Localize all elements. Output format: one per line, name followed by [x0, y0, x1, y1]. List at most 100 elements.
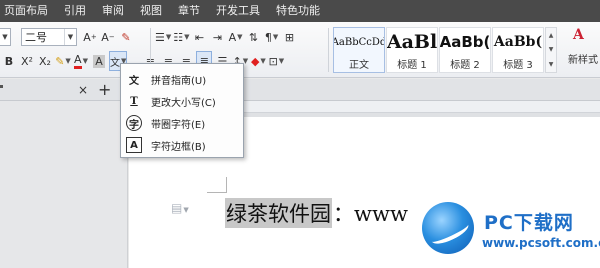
document-text-line[interactable]: 绿茶软件园 ：www	[225, 198, 408, 228]
eraser-icon: ✎	[121, 30, 131, 44]
chevron-down-icon: ▼	[64, 29, 76, 45]
style-sample: AaBb(	[493, 34, 543, 50]
menu-item-change-case[interactable]: T 更改大小写(C)	[121, 90, 243, 112]
paint-bucket-icon: ◆	[250, 54, 260, 68]
globe-logo-icon	[422, 202, 474, 254]
style-sample: AaBbCcDd	[333, 36, 385, 48]
menu-page-layout[interactable]: 页面布局	[0, 0, 56, 22]
menu-item-character-border[interactable]: A 字符边框(B)	[121, 134, 243, 156]
border-icon: ⊡	[268, 54, 278, 68]
bold-icon: B	[4, 54, 14, 68]
bold-button[interactable]: B	[1, 51, 17, 71]
superscript-icon: X²	[21, 54, 33, 68]
bullet-list-icon: ☰	[155, 30, 165, 44]
style-name: 标题 3	[503, 60, 533, 71]
margin-marker	[226, 177, 227, 193]
chinese-layout-icon: A	[228, 30, 237, 44]
paragraph-handle[interactable]: ▤▼	[171, 201, 189, 215]
menu-special-features[interactable]: 特色功能	[268, 0, 328, 22]
style-sample: AaBb(	[439, 33, 491, 51]
outdent-icon: ⇤	[194, 30, 205, 44]
ribbon-toolbar: ▼ 二号 ▼ A + A − ✎ ☰ ▼ ☷ ▼ ⇤ ⇥ A ▼ ⇅ ¶ ▼ ⊞ B X² …	[0, 22, 600, 78]
font-color-icon: A	[74, 53, 82, 69]
menu-references[interactable]: 引用	[56, 0, 94, 22]
site-watermark: PC下载网 www.pcsoft.com.cn	[418, 196, 600, 268]
tab-marker	[0, 85, 3, 88]
font-color-button[interactable]: A ▼	[73, 51, 89, 71]
watermark-title: PC下载网	[484, 212, 574, 234]
show-marks-button[interactable]: ¶ ▼	[264, 27, 280, 47]
expand-gallery-icon[interactable]: ▼	[549, 61, 554, 68]
menu-item-label: 拼音指南(U)	[151, 75, 207, 87]
increase-indent-button[interactable]: ⇥	[210, 27, 226, 47]
menu-item-label: 更改大小写(C)	[151, 97, 216, 109]
style-name: 正文	[349, 60, 369, 71]
enclosed-char-icon: 字	[126, 115, 142, 131]
gallery-scroll[interactable]: ▲ ▼ ▼	[545, 27, 557, 73]
clear-format-button[interactable]: ✎	[118, 27, 134, 47]
style-name: 标题 1	[397, 60, 427, 71]
new-tab-icon[interactable]: +	[98, 80, 111, 99]
margin-marker	[207, 192, 227, 193]
numbering-button[interactable]: ☷ ▼	[173, 27, 189, 47]
menu-item-label: 带圈字符(E)	[151, 119, 206, 131]
new-style-icon: A	[573, 27, 584, 43]
menu-view[interactable]: 视图	[132, 0, 170, 22]
change-case-icon: T	[130, 95, 138, 107]
style-heading-3[interactable]: AaBb( 标题 3	[492, 27, 544, 73]
subscript-icon: X₂	[39, 54, 51, 68]
highlight-button[interactable]: ✎ ▼	[55, 51, 71, 71]
new-style-button[interactable]: A 新样式	[566, 27, 600, 73]
font-size-combo[interactable]: 二号 ▼	[21, 28, 77, 46]
sort-button[interactable]: ⇅	[246, 27, 262, 47]
menu-developer-tools[interactable]: 开发工具	[208, 0, 268, 22]
document-tab-strip: × +	[0, 79, 600, 101]
borders-button[interactable]: ⊡ ▼	[268, 51, 285, 71]
indent-icon: ⇥	[212, 30, 223, 44]
sort-icon: ⇅	[248, 30, 259, 44]
superscript-button[interactable]: X²	[19, 51, 35, 71]
new-style-label: 新样式	[568, 55, 598, 66]
font-name-combo-arrow[interactable]: ▼	[0, 28, 11, 46]
left-pane	[0, 101, 128, 268]
bullets-button[interactable]: ☰ ▼	[155, 27, 171, 47]
table-icon: ⊞	[284, 30, 295, 44]
char-shading-icon: A	[93, 54, 105, 68]
pinyin-dropdown-menu: 文 拼音指南(U) T 更改大小写(C) 字 带圈字符(E) A 字符边框(B)	[120, 63, 244, 158]
style-heading-2[interactable]: AaBb( 标题 2	[439, 27, 491, 73]
numbered-list-icon: ☷	[173, 30, 184, 44]
document-text[interactable]: ：www	[333, 198, 408, 228]
menu-review[interactable]: 审阅	[94, 0, 132, 22]
chinese-layout-button[interactable]: A ▼	[228, 27, 244, 47]
menu-item-label: 字符边框(B)	[151, 141, 206, 153]
chevron-down-icon[interactable]: ▼	[549, 46, 554, 53]
menu-bar: 页面布局 引用 审阅 视图 章节 开发工具 特色功能	[0, 0, 600, 22]
paragraph-mark-icon: ¶	[264, 30, 272, 44]
font-size-value: 二号	[25, 31, 47, 44]
style-gallery: AaBbCcDd 正文 AaBl 标题 1 AaBb( 标题 2 AaBb( 标…	[333, 27, 557, 73]
style-sample: AaBl	[386, 31, 438, 53]
subscript-button[interactable]: X₂	[37, 51, 53, 71]
watermark-url: www.pcsoft.com.cn	[482, 236, 600, 250]
pinyin-guide-icon: 文	[129, 75, 139, 87]
style-heading-1[interactable]: AaBl 标题 1	[386, 27, 438, 73]
style-normal[interactable]: AaBbCcDd 正文	[333, 27, 385, 73]
char-border-icon: A	[126, 137, 142, 153]
pinyin-guide-icon: 文	[110, 57, 120, 69]
char-shading-button[interactable]: A	[91, 51, 107, 71]
decrease-indent-button[interactable]: ⇤	[192, 27, 208, 47]
table-tools-button[interactable]: ⊞	[282, 27, 298, 47]
shrink-font-button[interactable]: A −	[100, 27, 116, 47]
document-icon: ▤	[171, 201, 183, 215]
chevron-up-icon[interactable]: ▲	[549, 32, 554, 39]
menu-item-pinyin-guide[interactable]: 文 拼音指南(U)	[121, 68, 243, 90]
menu-item-enclosed-characters[interactable]: 字 带圈字符(E)	[121, 112, 243, 134]
close-tab-icon[interactable]: ×	[78, 83, 88, 97]
grow-font-button[interactable]: A +	[82, 27, 98, 47]
ribbon-separator	[328, 28, 329, 72]
highlighter-icon: ✎	[55, 54, 65, 68]
style-name: 标题 2	[450, 60, 480, 71]
menu-sections[interactable]: 章节	[170, 0, 208, 22]
selected-text[interactable]: 绿茶软件园	[225, 198, 332, 228]
shading-button[interactable]: ◆ ▼	[250, 51, 266, 71]
